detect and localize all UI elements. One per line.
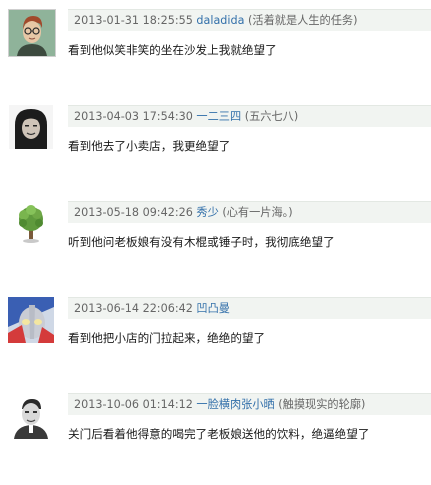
comment-meta: 2013-06-14 22:06:42 凹凸曼 [68,297,431,319]
comment-meta: 2013-04-03 17:54:30 一二三四 (五六七八) [68,105,431,127]
comment-text: 看到他把小店的门拉起来，绝绝的望了 [68,331,266,345]
comment-meta: 2013-10-06 01:14:12 一脸横肉张小晒 (触摸现实的轮廓) [68,393,431,415]
ultraman-avatar[interactable] [8,297,54,343]
comment-username-link[interactable]: daladida [196,14,244,27]
man-bw-portrait-avatar[interactable] [8,393,54,439]
comment-item: 2013-05-18 09:42:26 秀少 (心有一片海。) 听到他问老板娘有… [0,201,431,293]
comment-item: 2013-06-14 22:06:42 凹凸曼 看到他把小店的门拉起来，绝绝的望… [0,297,431,389]
comment-timestamp: 2013-10-06 01:14:12 [74,398,193,411]
comment-text: 看到他去了小卖店，我更绝望了 [68,139,231,153]
comment-meta: 2013-01-31 18:25:55 daladida (活着就是人生的任务) [68,9,431,31]
comment-item: 2013-10-06 01:14:12 一脸横肉张小晒 (触摸现实的轮廓) 关门… [0,393,431,485]
comment-user-signature: (触摸现实的轮廓) [278,398,366,411]
comment-timestamp: 2013-04-03 17:54:30 [74,110,193,123]
man-with-glasses-avatar[interactable] [8,9,56,57]
comment-timestamp: 2013-05-18 09:42:26 [74,206,193,219]
comment-text: 听到他问老板娘有没有木棍或锤子时，我彻底绝望了 [68,235,335,249]
man-with-long-hair-avatar[interactable] [9,105,53,149]
comment-username-link[interactable]: 凹凸曼 [196,302,230,315]
comment-item: 2013-04-03 17:54:30 一二三四 (五六七八) 看到他去了小卖店… [0,105,431,197]
comment-timestamp: 2013-06-14 22:06:42 [74,302,193,315]
comment-item: 2013-01-31 18:25:55 daladida (活着就是人生的任务)… [0,9,431,101]
comment-user-signature: (五六七八) [244,110,299,123]
comment-user-signature: (心有一片海。) [222,206,293,219]
comment-username-link[interactable]: 一二三四 [196,110,241,123]
comment-text: 看到他似笑非笑的坐在沙发上我就绝望了 [68,43,277,57]
plant-tree-avatar[interactable] [8,201,54,247]
comment-meta: 2013-05-18 09:42:26 秀少 (心有一片海。) [68,201,431,223]
comment-timestamp: 2013-01-31 18:25:55 [74,14,193,27]
comment-username-link[interactable]: 秀少 [196,206,218,219]
comment-username-link[interactable]: 一脸横肉张小晒 [196,398,274,411]
comment-text: 关门后看着他得意的喝完了老板娘送他的饮料，绝逼绝望了 [68,427,370,441]
comment-user-signature: (活着就是人生的任务) [248,14,358,27]
